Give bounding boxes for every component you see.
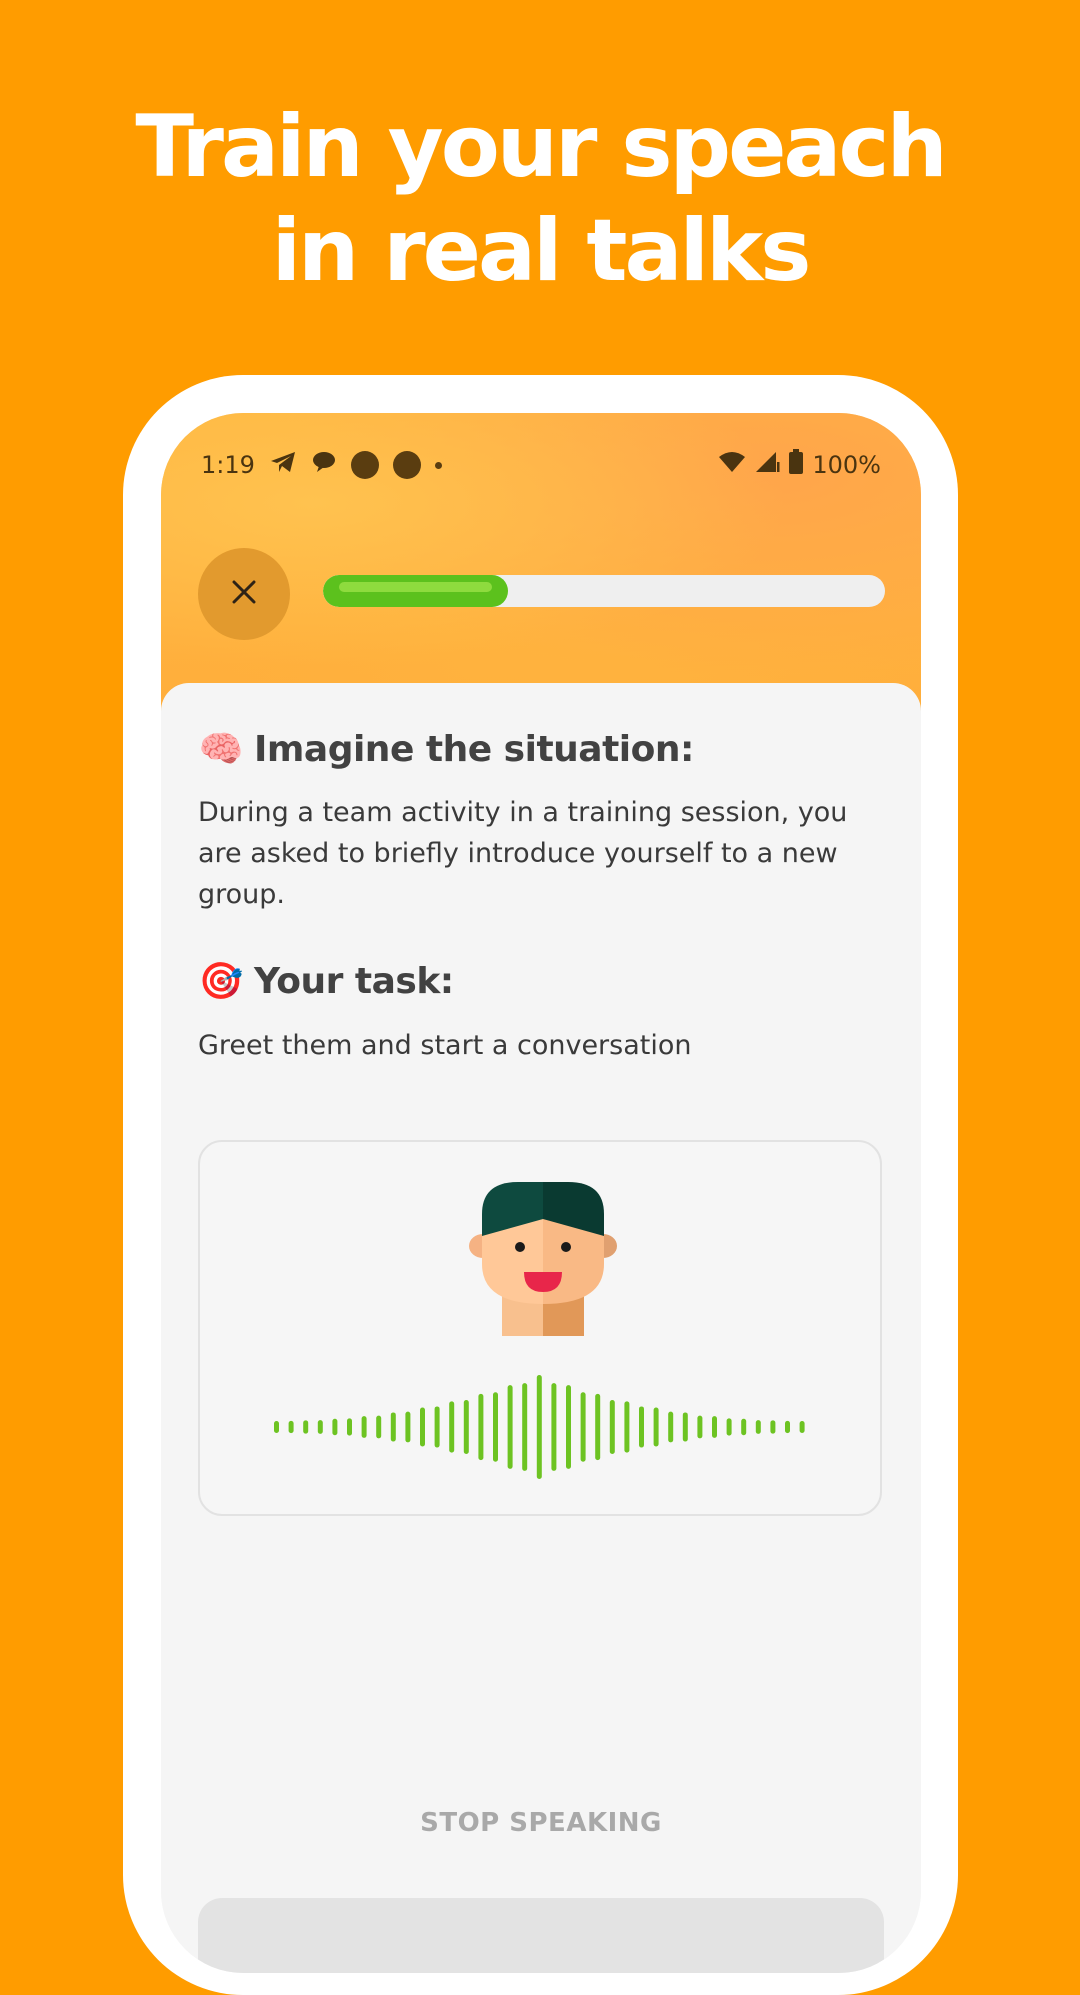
brain-icon: 🧠	[198, 729, 244, 770]
phone-screen: 1:19 100% 🧠 Imagine the situation: Durin…	[161, 413, 921, 1973]
waveform-bar	[434, 1406, 440, 1448]
waveform-bar	[390, 1412, 396, 1442]
waveform-bar	[697, 1415, 703, 1439]
waveform-bar	[274, 1421, 279, 1433]
waveform-bar	[463, 1399, 469, 1455]
waveform-bar	[449, 1401, 455, 1453]
waveform-bar	[347, 1418, 352, 1436]
target-icon: 🎯	[198, 961, 244, 1002]
status-time: 1:19	[201, 451, 255, 479]
status-bar: 1:19 100%	[201, 443, 881, 487]
waveform-bar	[580, 1392, 586, 1462]
waveform-bar	[682, 1412, 688, 1442]
waveform-bar	[303, 1420, 309, 1434]
close-icon	[229, 577, 259, 611]
waveform-bar	[493, 1392, 498, 1462]
waveform-bar	[566, 1385, 571, 1469]
waveform-bar	[317, 1420, 323, 1434]
lesson-progress-shine	[339, 582, 493, 592]
notification-dot-icon	[350, 451, 379, 479]
task-heading: 🎯 Your task:	[198, 960, 454, 1003]
waveform-bar	[420, 1407, 425, 1447]
battery-icon	[788, 449, 804, 481]
situation-title: Imagine the situation:	[254, 728, 694, 770]
headline-line-1: Train your speach	[135, 97, 947, 197]
waveform-bar	[405, 1411, 411, 1443]
waveform-bar	[799, 1421, 805, 1433]
waveform-bar	[595, 1393, 601, 1461]
waveform-bar	[507, 1385, 513, 1469]
waveform-bar	[522, 1383, 528, 1471]
lesson-progress-bar	[323, 575, 885, 607]
voice-waveform	[274, 1375, 805, 1479]
waveform-bar	[741, 1418, 747, 1436]
waveform-bar	[361, 1416, 367, 1438]
signal-icon	[754, 450, 780, 480]
waveform-bar	[376, 1415, 382, 1439]
situation-text: During a team activity in a training ses…	[198, 797, 848, 910]
more-dot-icon	[434, 461, 442, 469]
telegram-icon	[269, 450, 297, 480]
waveform-bar	[785, 1420, 790, 1434]
task-text: Greet them and start a conversation	[198, 1030, 692, 1061]
notification-dot-icon	[392, 451, 421, 479]
battery-percent: 100%	[812, 451, 881, 479]
waveform-bar	[609, 1399, 615, 1455]
waveform-bar	[755, 1420, 761, 1434]
stop-speaking-button[interactable]: STOP SPEAKING	[161, 1808, 921, 1838]
promo-headline: Train your speach in real talks	[0, 95, 1080, 303]
waveform-bar	[536, 1375, 542, 1479]
speaker-avatar	[469, 1182, 617, 1336]
wifi-icon	[718, 450, 746, 480]
speaker-card	[198, 1140, 882, 1516]
waveform-bar	[288, 1420, 294, 1434]
waveform-bar	[770, 1420, 776, 1434]
task-title: Your task:	[254, 960, 454, 1002]
waveform-bar	[712, 1416, 717, 1438]
message-icon	[311, 450, 337, 480]
headline-line-2: in real talks	[271, 201, 812, 301]
waveform-bar	[726, 1418, 732, 1436]
waveform-bar	[668, 1411, 674, 1443]
waveform-bar	[624, 1401, 630, 1453]
situation-heading: 🧠 Imagine the situation:	[198, 728, 695, 771]
bottom-action-button[interactable]	[198, 1898, 884, 1973]
waveform-bar	[551, 1383, 557, 1471]
waveform-bar	[478, 1393, 484, 1461]
waveform-bar	[653, 1407, 659, 1447]
close-button[interactable]	[198, 548, 290, 640]
waveform-bar	[332, 1418, 338, 1436]
waveform-bar	[639, 1406, 644, 1448]
